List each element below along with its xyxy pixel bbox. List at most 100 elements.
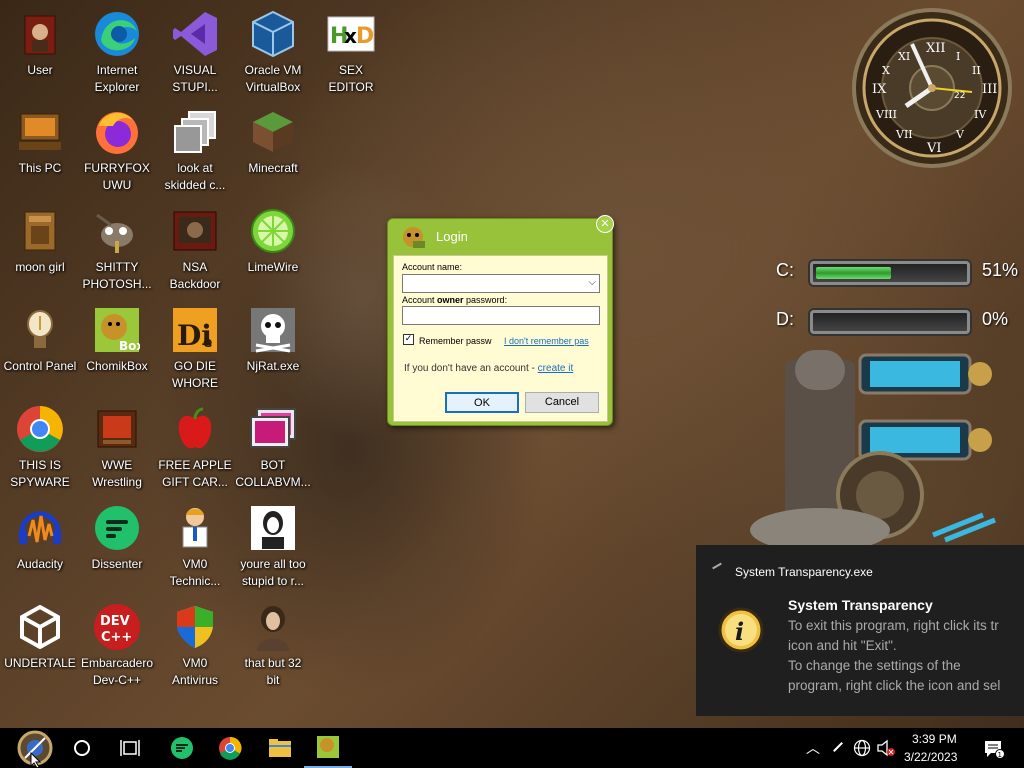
desktop-icon-dissenter[interactable]: Dissenter — [77, 496, 157, 592]
remember-checkbox[interactable]: ✓ — [403, 334, 414, 345]
icon-label: Embarcadero Dev-C++ — [80, 656, 154, 687]
close-icon[interactable]: ✕ — [596, 215, 614, 233]
icon-label: GO DIE WHORE — [172, 359, 218, 390]
taskbar-dissenter[interactable] — [158, 728, 206, 768]
ok-button[interactable]: OK — [445, 392, 519, 413]
desktop-icon-sex-editor[interactable]: HxD SEX EDITOR — [311, 2, 391, 98]
svg-text:VII: VII — [895, 128, 913, 141]
steampunk-pipes-gadget — [745, 345, 1005, 552]
desktop-icon-go-die[interactable]: Di e GO DIE WHORE — [155, 298, 235, 394]
task-view-icon — [120, 740, 140, 756]
nsa-backdoor-icon — [171, 207, 219, 255]
desktop-icon-furryfox[interactable]: FURRYFOX UWU — [77, 100, 157, 196]
desktop-icon-visual-stupi[interactable]: VISUAL STUPI... — [155, 2, 235, 98]
icon-label: FURRYFOX UWU — [84, 161, 150, 192]
desktop-icon-vm0-technician[interactable]: VM0 Technic... — [155, 496, 235, 592]
desktop-icon-user[interactable]: User — [0, 2, 80, 98]
unity-icon — [16, 603, 64, 651]
create-account-link[interactable]: create it — [538, 363, 574, 374]
toast-line-2: icon and hit "Exit". — [788, 638, 897, 653]
user-folder-icon — [16, 10, 64, 58]
cancel-button[interactable]: Cancel — [525, 392, 599, 413]
desktop-icon-njrat[interactable]: NjRat.exe — [233, 298, 313, 394]
icon-label: VISUAL STUPI... — [172, 63, 218, 94]
die-icon: Di e — [171, 306, 219, 354]
taskbar-chomikbox[interactable] — [304, 728, 352, 768]
network-globe-icon[interactable] — [853, 739, 871, 761]
toast-notification[interactable]: System Transparency.exe i System Transpa… — [696, 545, 1024, 716]
toast-app-name: System Transparency.exe — [735, 565, 873, 579]
desktop-icon-nsa-backdoor[interactable]: NSA Backdoor — [155, 199, 235, 295]
desktop-icon-limewire[interactable]: LimeWire — [233, 199, 313, 295]
folder-icon — [16, 207, 64, 255]
taskbar-file-explorer[interactable] — [256, 728, 304, 768]
desktop-icon-vm0-antivirus[interactable]: VM0 Antivirus — [155, 595, 235, 691]
desktop-icon-wwe-wrestling[interactable]: WWE Wrestling — [77, 397, 157, 493]
svg-text:D: D — [356, 24, 374, 49]
icon-label: Minecraft — [248, 161, 298, 175]
control-panel-icon — [16, 306, 64, 354]
chomik-logo-icon — [400, 225, 426, 253]
drive-percent: 0% — [982, 309, 1009, 329]
dissenter-taskbar-icon — [171, 737, 193, 759]
desktop-icon-internet-explorer[interactable]: Internet Explorer — [77, 2, 157, 98]
desktop-icon-youre-all-too-stupid[interactable]: youre all too stupid to r... — [233, 496, 313, 592]
taskbar-chrome[interactable] — [206, 728, 254, 768]
icon-label: SHITTY PHOTOSH... — [82, 260, 152, 291]
desktop-icon-audacity[interactable]: Audacity — [0, 496, 80, 592]
drive-meter-c[interactable]: C: 51% — [770, 258, 1018, 288]
svg-text:IV: IV — [974, 108, 987, 121]
icon-label: WWE Wrestling — [92, 458, 142, 489]
chomikbox-taskbar-icon — [317, 736, 339, 758]
svg-text:1: 1 — [998, 751, 1002, 759]
cortana-button[interactable] — [58, 728, 106, 768]
desktop-icon-look-at-skidded[interactable]: look at skidded c... — [155, 100, 235, 196]
desktop-icon-chomikbox[interactable]: Box ChomikBox — [77, 298, 157, 394]
icon-label: moon girl — [15, 260, 65, 274]
password-field[interactable] — [402, 306, 600, 325]
desktop-icon-bot-collabvm[interactable]: BOT COLLABVM... — [233, 397, 313, 493]
drive-meter-d[interactable]: D: 0% — [770, 307, 1008, 337]
shield-icon — [171, 603, 219, 651]
hxd-icon: HxD — [327, 10, 375, 58]
dialog-title: Login — [436, 229, 468, 244]
desktop-icon-this-is-spyware[interactable]: THIS IS SPYWARE — [0, 397, 80, 493]
account-name-combobox[interactable]: ⌵ — [402, 274, 600, 293]
desktop-icon-undertale[interactable]: UNDERTALE — [0, 595, 80, 691]
clock-date[interactable]: 3/22/2023 — [904, 750, 957, 764]
svg-text:V: V — [955, 128, 965, 141]
icon-label: VM0 Antivirus — [171, 656, 218, 687]
pen-icon[interactable] — [833, 742, 843, 752]
clock-day: 22 — [954, 91, 965, 101]
desktop-icon-this-pc[interactable]: This PC — [0, 100, 80, 196]
minecraft-icon — [249, 108, 297, 156]
drive-usage-bar — [810, 261, 970, 285]
desktop-icon-control-panel[interactable]: Control Panel — [0, 298, 80, 394]
skull-icon — [249, 306, 297, 354]
task-view-button[interactable] — [106, 728, 154, 768]
desktop-icon-minecraft[interactable]: Minecraft — [233, 100, 313, 196]
desktop-icon-free-apple-gift-card[interactable]: FREE APPLE GIFT CAR... — [155, 397, 235, 493]
notification-center-icon[interactable]: 1 — [983, 739, 1005, 763]
visual-studio-icon — [171, 10, 219, 58]
icon-label: LimeWire — [247, 260, 299, 274]
desktop-icon-oracle-vm-virtualbox[interactable]: Oracle VM VirtualBox — [233, 2, 313, 98]
svg-text:C++: C++ — [101, 630, 132, 645]
volume-muted-icon[interactable] — [876, 739, 896, 761]
info-icon: i — [718, 607, 764, 658]
show-hidden-icons-chevron[interactable]: ︿ — [806, 738, 820, 758]
apple-icon — [171, 405, 219, 453]
chevron-down-icon[interactable]: ⌵ — [588, 277, 596, 288]
svg-text:XII: XII — [926, 41, 946, 56]
svg-text:Box: Box — [119, 339, 140, 353]
desktop-icon-that-but-32-bit[interactable]: that but 32 bit — [233, 595, 313, 691]
desktop-icon-embarcadero-devcpp[interactable]: DEV C++ Embarcadero Dev-C++ — [77, 595, 157, 691]
icon-label: FREE APPLE GIFT CAR... — [158, 458, 232, 489]
password-label-post: password: — [463, 295, 508, 305]
desktop-icon-moon-girl[interactable]: moon girl — [0, 199, 80, 295]
icon-label: NSA Backdoor — [169, 260, 221, 291]
forgot-password-link[interactable]: I don't remember pas — [504, 336, 589, 346]
clock-time[interactable]: 3:39 PM — [912, 732, 957, 746]
clock-gadget[interactable]: XII III VI IX I II IV V VII VIII X XI 22 — [852, 2, 1012, 170]
desktop-icon-shitty-photosh[interactable]: SHITTY PHOTOSH... — [77, 199, 157, 295]
